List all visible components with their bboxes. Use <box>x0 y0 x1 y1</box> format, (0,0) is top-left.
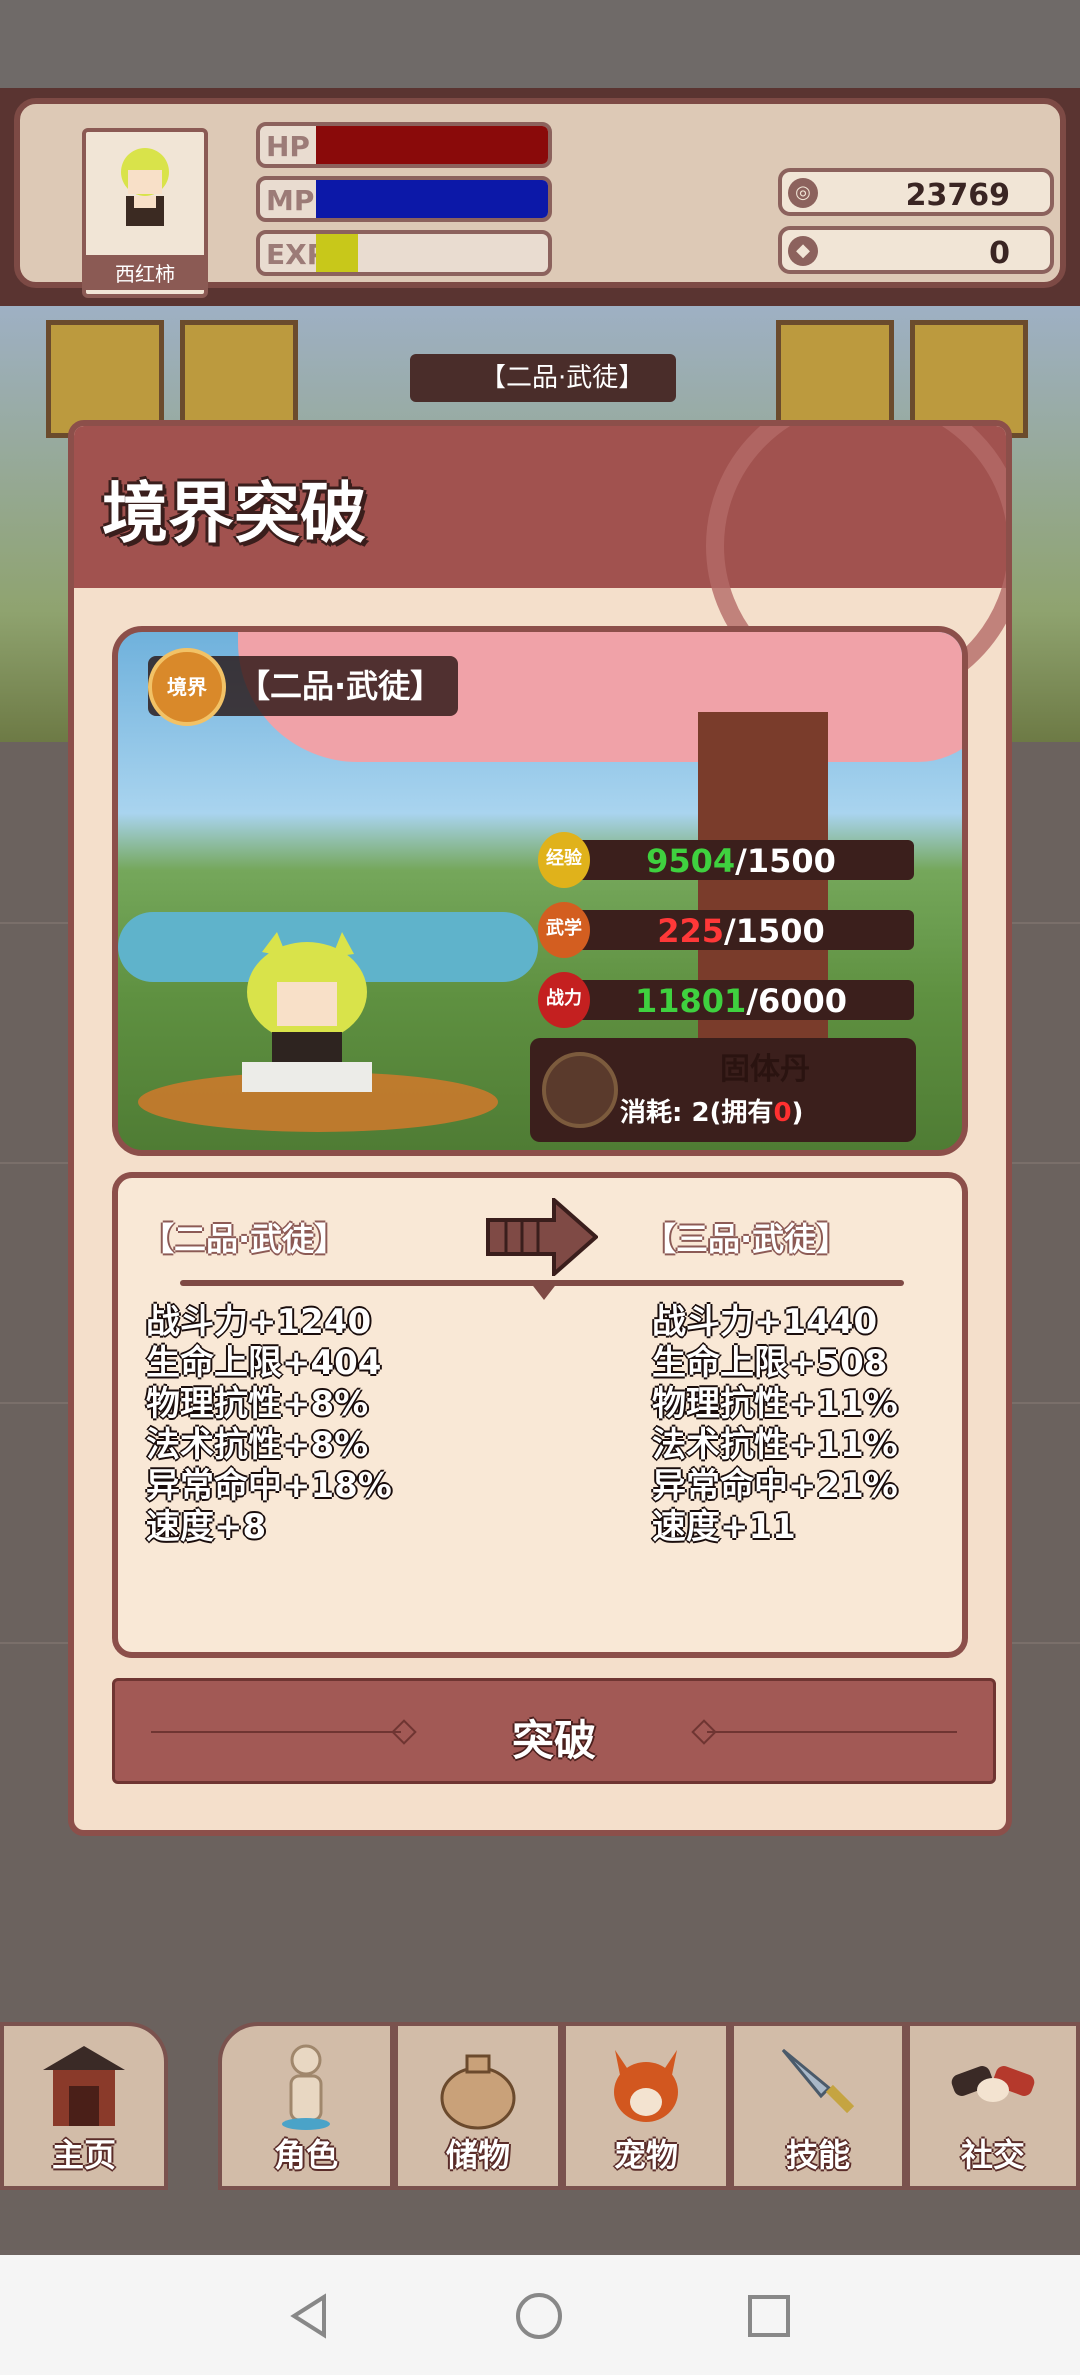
character-portrait-icon <box>121 148 169 226</box>
nav-label: 储物 <box>445 2136 510 2174</box>
item-owned-count: 0 <box>773 1098 792 1128</box>
realm-scene: 境界 【二品·武徒】 经验 9504/1500 武学 225/1500 战力 1… <box>112 626 968 1156</box>
nav-label: 角色 <box>273 2136 338 2174</box>
stat-item: 法术抗性+11% <box>652 1425 898 1465</box>
requirement-martial: 武学 225/1500 <box>538 902 914 958</box>
sword-icon <box>781 2048 855 2114</box>
divider-tip <box>530 1282 558 1300</box>
home-circle-icon[interactable] <box>514 2291 564 2341</box>
gem-value: 0 <box>989 236 1010 271</box>
stat-item: 异常命中+21% <box>652 1466 898 1506</box>
nav-label: 主页 <box>51 2136 116 2174</box>
stat-item: 异常命中+18% <box>146 1466 392 1506</box>
from-rank-label: 【二品·武徒】 <box>142 1220 347 1258</box>
requirement-total: /1500 <box>724 912 825 950</box>
requirement-current: 225 <box>657 912 725 950</box>
back-icon[interactable] <box>284 2291 334 2341</box>
coin-value: 23769 <box>905 178 1010 213</box>
item-cost-prefix: 消耗: 2(拥有 <box>620 1098 774 1128</box>
requirement-total: /1500 <box>735 842 836 880</box>
to-rank-label: 【三品·武徒】 <box>644 1220 849 1258</box>
item-name: 固体丹 <box>720 1052 810 1087</box>
player-name: 西红柿 <box>86 255 204 290</box>
character-sprite-icon <box>242 932 372 1092</box>
recents-square-icon[interactable] <box>744 2291 794 2341</box>
coin-icon: ◎ <box>788 178 818 208</box>
from-stats-list: 战斗力+1240 生命上限+404 物理抗性+8% 法术抗性+8% 异常命中+1… <box>146 1302 392 1548</box>
current-rank-label: 【二品·武徒】 <box>238 667 443 705</box>
scene-rank-label: 【二品·武徒】 <box>410 354 676 402</box>
to-stats-list: 战斗力+1440 生命上限+508 物理抗性+11% 法术抗性+11% 异常命中… <box>652 1302 898 1548</box>
requirement-text: 225/1500 <box>568 912 914 950</box>
requirement-power: 战力 11801/6000 <box>538 972 914 1028</box>
gate-icon <box>43 2046 125 2126</box>
dialog-title: 境界突破 <box>102 475 366 552</box>
stat-item: 生命上限+508 <box>652 1343 888 1383</box>
breakthrough-button-label: 突破 <box>511 1716 596 1765</box>
mp-bar-fill <box>316 180 548 218</box>
exp-bar-fill <box>316 234 358 272</box>
arrow-right-icon <box>486 1198 598 1276</box>
nav-label: 社交 <box>960 2136 1025 2174</box>
mp-label: MP <box>266 184 315 217</box>
status-bar <box>0 0 1080 88</box>
fox-icon <box>614 2050 678 2122</box>
player-header-panel: 西红柿 HP MP EXP ◎ 23769 ◆ 0 <box>14 98 1066 298</box>
pill-icon <box>542 1052 618 1128</box>
hp-bar: HP <box>256 122 552 168</box>
rank-comparison: 【二品·武徒】 【三品·武徒】 战斗力+1240 生命上限+404 物理抗性+8… <box>112 1172 968 1658</box>
handshake-icon <box>951 2066 1035 2102</box>
breakthrough-dialog: 境界突破 境界 【二品·武徒】 经验 9504/1500 武学 225/1500 <box>68 420 1012 1836</box>
nav-character[interactable]: 角色 <box>218 2022 394 2190</box>
stat-item: 速度+8 <box>146 1507 267 1547</box>
stat-item: 生命上限+404 <box>146 1343 382 1383</box>
stat-item: 速度+11 <box>652 1507 796 1547</box>
button-ornament-line <box>707 1731 957 1733</box>
stat-item: 物理抗性+8% <box>146 1384 369 1424</box>
dialog-header: 境界突破 <box>74 426 1006 706</box>
coin-counter[interactable]: ◎ 23769 <box>778 168 1054 216</box>
system-navigation-bar <box>0 2255 1080 2375</box>
stat-item: 法术抗性+8% <box>146 1425 369 1465</box>
breakthrough-button[interactable]: 突破 <box>112 1678 996 1784</box>
nav-social[interactable]: 社交 <box>906 2022 1080 2190</box>
nav-pet[interactable]: 宠物 <box>562 2022 730 2190</box>
hp-label: HP <box>266 130 310 163</box>
nav-home[interactable]: 主页 <box>0 2022 168 2190</box>
required-item[interactable]: 固体丹 消耗: 2(拥有0) <box>530 1038 916 1142</box>
gem-icon: ◆ <box>788 236 818 266</box>
stat-item: 物理抗性+11% <box>652 1384 898 1424</box>
avatar[interactable]: 西红柿 <box>82 128 208 298</box>
bag-icon <box>440 2054 516 2130</box>
nav-skills[interactable]: 技能 <box>730 2022 906 2190</box>
gem-counter[interactable]: ◆ 0 <box>778 226 1054 274</box>
hp-bar-fill <box>316 126 548 164</box>
character-icon <box>282 2044 330 2130</box>
nav-label: 宠物 <box>613 2136 678 2174</box>
stat-item: 战斗力+1440 <box>652 1302 878 1342</box>
item-cost: 消耗: 2(拥有0) <box>620 1092 803 1129</box>
stat-item: 战斗力+1240 <box>146 1302 372 1342</box>
requirement-text: 11801/6000 <box>568 982 914 1020</box>
realm-badge-icon: 境界 <box>148 648 226 726</box>
player-header: 西红柿 HP MP EXP ◎ 23769 ◆ 0 <box>0 88 1080 306</box>
exp-bar: EXP <box>256 230 552 276</box>
requirement-current: 11801 <box>634 982 747 1020</box>
nav-label: 技能 <box>785 2136 850 2174</box>
current-rank-badge: 境界 【二品·武徒】 <box>148 648 459 726</box>
requirement-text: 9504/1500 <box>568 842 914 880</box>
mp-bar: MP <box>256 176 552 222</box>
requirement-total: /6000 <box>746 982 848 1020</box>
item-cost-suffix: ) <box>791 1098 804 1128</box>
requirement-exp: 经验 9504/1500 <box>538 832 914 888</box>
nav-storage[interactable]: 储物 <box>394 2022 562 2190</box>
requirement-current: 9504 <box>646 842 736 880</box>
